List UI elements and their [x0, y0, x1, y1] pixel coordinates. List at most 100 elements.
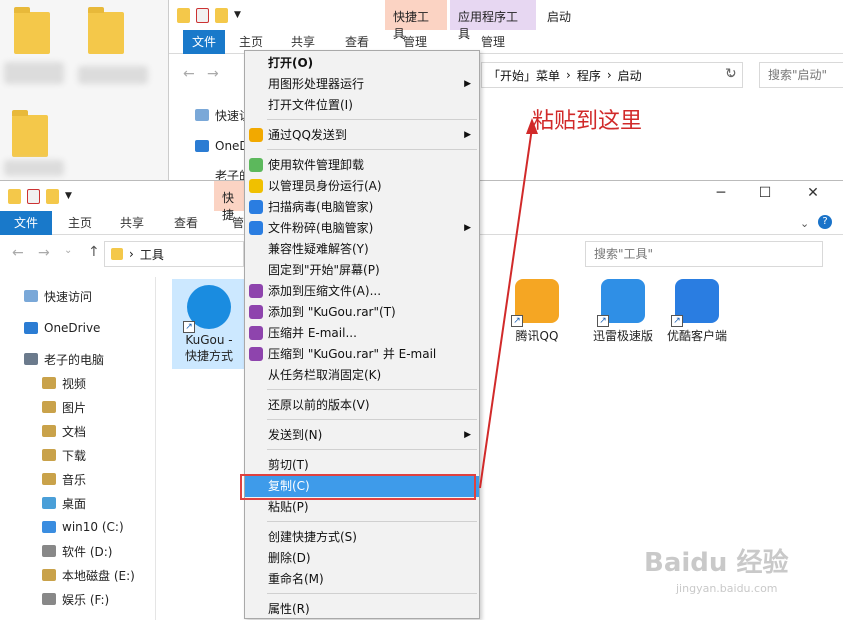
- file-label: KuGou -: [185, 333, 233, 347]
- back-arrow-icon[interactable]: ←: [12, 245, 24, 261]
- menu-item-label: 压缩并 E-mail...: [268, 326, 357, 340]
- menu-item[interactable]: 使用软件管理卸载: [245, 155, 479, 176]
- file-xunlei[interactable]: ↗ 迅雷极速版: [588, 279, 658, 344]
- sidebar-item[interactable]: 桌面: [0, 492, 156, 514]
- tab-manage[interactable]: 管: [232, 211, 244, 235]
- menu-item[interactable]: 发送到(N) ▶: [245, 425, 479, 446]
- properties-icon[interactable]: [196, 7, 209, 23]
- menu-item[interactable]: 删除(D): [245, 548, 479, 569]
- blurred-label: [4, 62, 64, 84]
- blurred-label: [78, 66, 148, 84]
- desktop-folder-icon[interactable]: [14, 7, 50, 54]
- desktop-folder-icon: [42, 497, 56, 509]
- shortcut-arrow-icon: ↗: [183, 321, 195, 333]
- maximize-icon[interactable]: ☐: [750, 183, 780, 203]
- menu-item-label: 以管理员身份运行(A): [268, 179, 382, 193]
- menu-item[interactable]: 添加到压缩文件(A)...: [245, 281, 479, 302]
- refresh-icon[interactable]: ↻: [725, 66, 737, 82]
- address-bar[interactable]: 「开始」菜单 › 程序 › 启动: [481, 62, 743, 88]
- chevron-down-icon[interactable]: ▼: [65, 191, 72, 201]
- window-title: 启动: [547, 10, 572, 24]
- sidebar-item[interactable]: OneDrive: [0, 317, 156, 339]
- menu-item[interactable]: 压缩并 E-mail...: [245, 323, 479, 344]
- tab-file[interactable]: 文件: [0, 211, 52, 235]
- sidebar-item[interactable]: 快速访问: [0, 285, 156, 307]
- menu-item[interactable]: 固定到"开始"屏幕(P): [245, 260, 479, 281]
- back-arrow-icon[interactable]: ←: [183, 66, 195, 82]
- menu-item[interactable]: 压缩到 "KuGou.rar" 并 E-mail: [245, 344, 479, 365]
- file-kugou-shortcut[interactable]: ↗ KuGou - 快捷方式: [172, 279, 246, 369]
- folder-icon: [111, 248, 123, 260]
- tab-home[interactable]: 主页: [68, 211, 92, 235]
- sidebar-item[interactable]: 视频: [0, 372, 156, 394]
- menu-item[interactable]: 文件粉碎(电脑管家) ▶: [245, 218, 479, 239]
- folder-icon[interactable]: [8, 188, 21, 204]
- file-youku[interactable]: ↗ 优酷客户端: [662, 279, 732, 344]
- sidebar-item[interactable]: 本地磁盘 (E:): [0, 564, 156, 586]
- new-folder-icon[interactable]: [215, 7, 228, 23]
- menu-item[interactable]: 兼容性疑难解答(Y): [245, 239, 479, 260]
- sidebar-item[interactable]: win10 (C:): [0, 516, 156, 538]
- menu-item-label: 打开(O): [268, 56, 314, 70]
- menu-item[interactable]: 粘贴(P): [245, 497, 479, 518]
- menu-item[interactable]: 以管理员身份运行(A): [245, 176, 479, 197]
- context-tab-app-tools[interactable]: 应用程序工具: [450, 0, 536, 41]
- forward-arrow-icon[interactable]: →: [38, 245, 50, 261]
- new-folder-icon[interactable]: [46, 188, 59, 204]
- forward-arrow-icon[interactable]: →: [207, 66, 219, 82]
- tab-view[interactable]: 查看: [174, 211, 198, 235]
- context-tab-shortcut-tools[interactable]: 快捷工具: [385, 0, 447, 41]
- sidebar-item[interactable]: 音乐: [0, 468, 156, 490]
- computer-icon: [24, 353, 38, 365]
- file-label: 优酷客户端: [666, 329, 727, 343]
- menu-item[interactable]: 还原以前的版本(V): [245, 395, 479, 416]
- sidebar-item-label: 视频: [62, 376, 87, 391]
- menu-item[interactable]: 重命名(M): [245, 569, 479, 590]
- menu-separator: [267, 389, 477, 390]
- up-arrow-icon[interactable]: ↑: [88, 244, 100, 260]
- chevron-down-icon[interactable]: ⌄: [800, 217, 809, 230]
- breadcrumb-tools[interactable]: 工具: [140, 246, 164, 263]
- tab-file[interactable]: 文件: [183, 30, 225, 54]
- desktop-folder-icon[interactable]: [12, 110, 48, 157]
- annotation-line: [479, 127, 533, 489]
- menu-item[interactable]: 打开文件位置(I): [245, 95, 479, 116]
- recent-dropdown-icon[interactable]: ⌄: [64, 245, 72, 256]
- sidebar-item-label: 文档: [62, 424, 87, 439]
- chevron-down-icon[interactable]: ▼: [234, 10, 241, 20]
- desktop-folder-icon[interactable]: [88, 7, 124, 54]
- menu-item[interactable]: 扫描病毒(电脑管家): [245, 197, 479, 218]
- address-bar[interactable]: › 工具: [104, 241, 244, 267]
- minimize-icon[interactable]: ─: [706, 183, 736, 203]
- menu-item[interactable]: 创建快捷方式(S): [245, 527, 479, 548]
- breadcrumb-startup[interactable]: 启动: [618, 67, 642, 84]
- properties-icon[interactable]: [27, 188, 40, 204]
- sidebar-item[interactable]: 娱乐 (F:): [0, 588, 156, 610]
- menu-item[interactable]: 通过QQ发送到 ▶: [245, 125, 479, 146]
- context-tab-shortcut-tools[interactable]: 快捷: [214, 181, 244, 222]
- search-input[interactable]: 搜索"工具": [585, 241, 823, 267]
- menu-item[interactable]: 属性(R): [245, 599, 479, 620]
- sidebar-item[interactable]: 软件 (D:): [0, 540, 156, 562]
- search-input[interactable]: 搜索"启动": [759, 62, 843, 88]
- menu-item[interactable]: 打开(O): [245, 53, 479, 74]
- sidebar-item[interactable]: 文档: [0, 420, 156, 442]
- windows-drive-icon: [42, 521, 56, 533]
- menu-item[interactable]: 添加到 "KuGou.rar"(T): [245, 302, 479, 323]
- close-icon[interactable]: ✕: [798, 183, 828, 203]
- sidebar-item[interactable]: 下载: [0, 444, 156, 466]
- folder-icon[interactable]: [177, 7, 190, 23]
- tab-manage-app[interactable]: 管理: [481, 30, 505, 54]
- menu-item[interactable]: 用图形处理器运行 ▶: [245, 74, 479, 95]
- menu-item[interactable]: 从任务栏取消固定(K): [245, 365, 479, 386]
- sidebar-item[interactable]: 图片: [0, 396, 156, 418]
- cloud-icon: [195, 140, 209, 152]
- menu-separator: [267, 149, 477, 150]
- sidebar-item[interactable]: 老子的电脑: [0, 348, 156, 370]
- breadcrumb-start-menu[interactable]: 「开始」菜单: [488, 67, 560, 84]
- breadcrumb-programs[interactable]: 程序: [577, 67, 601, 84]
- tab-share[interactable]: 共享: [120, 211, 144, 235]
- menu-item[interactable]: 剪切(T): [245, 455, 479, 476]
- menu-separator: [267, 521, 477, 522]
- help-icon[interactable]: ?: [818, 215, 832, 229]
